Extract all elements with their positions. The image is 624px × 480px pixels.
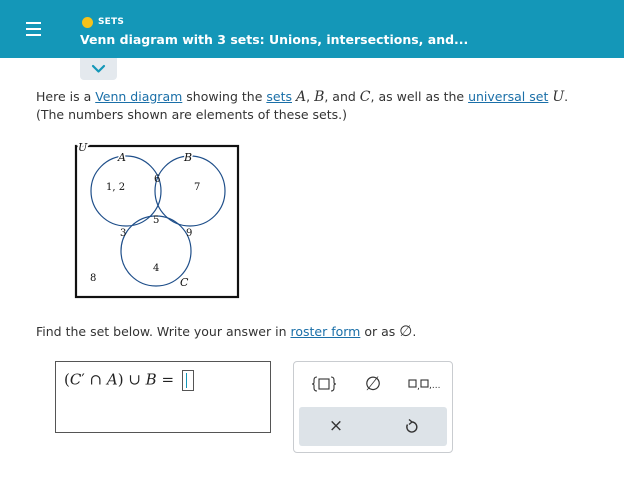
element-list-button[interactable]: , ,... xyxy=(406,372,446,396)
roster-form-link[interactable]: roster form xyxy=(290,324,360,339)
set-braces-icon xyxy=(311,376,337,392)
topic-status-dot xyxy=(82,16,93,28)
elements-a-and-c: 3 xyxy=(120,228,126,239)
menu-button[interactable] xyxy=(0,0,66,58)
expr-intersection: ∩ xyxy=(84,370,107,389)
insert-braces-button[interactable] xyxy=(308,372,340,396)
circle-c-label: C xyxy=(180,276,189,289)
elements-a-b-c: 5 xyxy=(153,215,159,226)
page-title: Venn diagram with 3 sets: Unions, inters… xyxy=(80,32,469,47)
intro-text: , as well as the xyxy=(370,89,469,104)
question-prompt: Find the set below. Write your answer in… xyxy=(36,322,416,340)
undo-icon xyxy=(406,418,418,433)
venn-diagram-link[interactable]: Venn diagram xyxy=(95,89,182,104)
tool-palette: ∅ , ,... × xyxy=(293,361,453,453)
empty-set-button[interactable]: ∅ xyxy=(358,370,388,398)
empty-set-symbol: ∅ xyxy=(399,322,413,340)
set-b-symbol: B xyxy=(314,89,325,105)
elements-c-only: 4 xyxy=(153,263,159,274)
topic-label: SETS xyxy=(98,17,125,27)
intro-text: . xyxy=(564,89,569,104)
clear-button[interactable]: × xyxy=(319,412,353,441)
set-a-symbol: A xyxy=(295,89,307,105)
question-text: . xyxy=(412,324,417,339)
expr-set-c: C xyxy=(69,370,82,389)
universal-label: U xyxy=(78,141,88,154)
circle-b-label: B xyxy=(183,151,192,164)
elements-a-only: 1, 2 xyxy=(106,182,125,193)
header-bar: SETS Venn diagram with 3 sets: Unions, i… xyxy=(0,0,624,58)
action-bar: × xyxy=(299,407,447,446)
svg-text:,...: ,... xyxy=(429,381,440,391)
topic-row: SETS xyxy=(82,15,124,29)
intro-text: showing the xyxy=(182,89,267,104)
menu-icon xyxy=(26,22,41,24)
expr-equals: = xyxy=(156,370,179,389)
element-list-icon: , ,... xyxy=(408,379,440,392)
intro-text: Here is a xyxy=(36,89,96,104)
answer-area: (C′ ∩ A) ∪ B = xyxy=(55,361,271,433)
set-expression: (C′ ∩ A) ∪ B = xyxy=(64,370,194,391)
expr-set-b: B xyxy=(145,370,157,389)
elements-b-and-c: 9 xyxy=(186,228,192,239)
expr-set-a: A xyxy=(106,370,118,389)
menu-icon-line xyxy=(26,34,41,36)
universal-set-link[interactable]: universal set xyxy=(468,89,548,104)
menu-icon-line xyxy=(26,28,41,30)
venn-diagram: U A B C 1, 2 6 7 5 3 9 4 8 xyxy=(74,140,240,299)
problem-intro: Here is a Venn diagram showing the sets … xyxy=(36,88,616,123)
answer-input[interactable] xyxy=(181,370,194,391)
expr-union: ∪ xyxy=(123,370,146,389)
intro-text: , xyxy=(306,89,315,104)
question-text: Find the set below. Write your answer in xyxy=(36,324,291,339)
svg-text:,: , xyxy=(417,382,420,392)
set-c-symbol: C xyxy=(359,89,371,105)
elements-a-and-b: 6 xyxy=(154,174,160,185)
chevron-down-icon xyxy=(91,64,106,73)
undo-button[interactable] xyxy=(395,412,429,441)
intro-note: (The numbers shown are elements of these… xyxy=(36,107,347,122)
elements-b-only: 7 xyxy=(194,182,200,193)
set-u-symbol: U xyxy=(552,89,565,105)
circle-a-label: A xyxy=(117,151,126,164)
sets-link[interactable]: sets xyxy=(266,89,292,104)
elements-outside: 8 xyxy=(90,273,96,284)
question-text: or as xyxy=(360,324,400,339)
intro-text: , and xyxy=(324,89,360,104)
expand-header-button[interactable] xyxy=(80,58,117,80)
